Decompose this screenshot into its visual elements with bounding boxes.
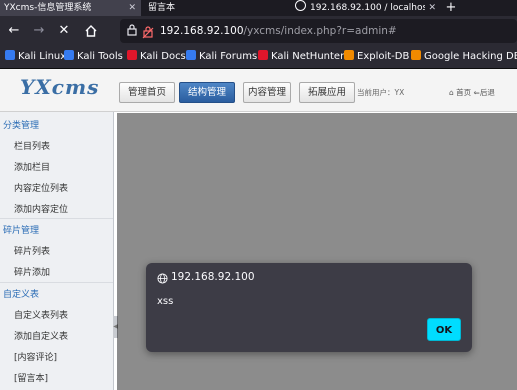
kali-red-icon	[127, 50, 137, 60]
alert-dialog: 192.168.92.100 xss OK	[146, 263, 472, 352]
bookmarks-toolbar: Kali Linux Kali Tools Kali Docs Kali For…	[0, 46, 517, 69]
sidebar-item-fragment-list[interactable]: 碎片列表	[14, 244, 50, 257]
ghdb-icon	[411, 50, 421, 60]
sidebar-item-position-list[interactable]: 内容定位列表	[14, 181, 68, 194]
tab-yxcms-title: YXcms-信息管理系统	[4, 3, 92, 13]
sidebar-item-column-list[interactable]: 栏目列表	[14, 139, 50, 152]
dialog-title: 192.168.92.100	[171, 271, 255, 283]
bookmark-kali-linux[interactable]: Kali Linux	[5, 46, 66, 68]
bookmark-kali-docs[interactable]: Kali Docs	[127, 46, 186, 68]
bookmark-kali-forums[interactable]: Kali Forums	[186, 46, 257, 68]
url-host: 192.168.92.100	[160, 25, 244, 37]
bookmark-label: Kali Docs	[140, 51, 186, 62]
bookmark-label: Kali Linux	[18, 51, 67, 62]
insecure-lock-icon[interactable]	[142, 24, 154, 39]
dialog-message: xss	[157, 296, 174, 307]
close-tab-icon[interactable]: ✕	[128, 0, 136, 16]
tab-guestbook-title: 留言本	[148, 3, 176, 13]
nav-admin-home[interactable]: 管理首页	[119, 82, 175, 103]
bookmark-kali-nethunter[interactable]: Kali NetHunter	[258, 46, 344, 68]
globe-icon	[295, 0, 306, 11]
sidebar-section-custom-tables[interactable]: 自定义表	[3, 287, 39, 300]
sidebar-item-add-column[interactable]: 添加栏目	[14, 160, 50, 173]
nav-structure-management[interactable]: 结构管理	[179, 82, 235, 103]
tab-guestbook[interactable]: 留言本	[142, 0, 290, 16]
bookmark-ghdb[interactable]: Google Hacking DB	[411, 46, 517, 68]
ok-button[interactable]: OK	[427, 318, 461, 341]
app-logo: YXcms	[20, 75, 100, 99]
tab-phpmyadmin-title: 192.168.92.100 / localhost	[310, 3, 431, 13]
nav-extensions[interactable]: 拓展应用	[299, 82, 355, 103]
sidebar-section-category[interactable]: 分类管理	[3, 118, 39, 131]
kali-dragon-icon	[5, 50, 15, 60]
home-icon[interactable]	[82, 22, 100, 40]
close-tab-icon[interactable]: ✕	[425, 0, 436, 16]
bookmark-label: Google Hacking DB	[424, 51, 517, 62]
header-quick-links[interactable]: ⌂ 首页 ⇐后退	[449, 87, 495, 98]
new-tab-icon[interactable]: +	[443, 0, 459, 16]
bookmark-label: Kali Forums	[199, 51, 258, 62]
bookmark-kali-tools[interactable]: Kali Tools	[64, 46, 123, 68]
tab-bar: YXcms-信息管理系统 ✕ 留言本 192.168.92.100 / loca…	[0, 0, 517, 16]
stop-loading-icon[interactable]: ✕	[55, 22, 73, 40]
sidebar-item-custom-table-list[interactable]: 自定义表列表	[14, 308, 68, 321]
exploitdb-icon	[344, 50, 354, 60]
app-header: YXcms 管理首页 结构管理 内容管理 拓展应用 当前用户：YX ⌂ 首页 ⇐…	[0, 69, 517, 112]
url-path: /yxcms/index.php?r=admin#	[243, 25, 397, 37]
sidebar-item-add-position[interactable]: 添加内容定位	[14, 202, 68, 215]
navigation-bar: ← → ✕ 192.168.92.100/yxcms/index.php?r=a…	[0, 16, 517, 46]
tab-phpmyadmin[interactable]: 192.168.92.100 / localhost ✕	[291, 0, 441, 16]
bookmark-exploit-db[interactable]: Exploit-DB	[344, 46, 409, 68]
url-bar[interactable]: 192.168.92.100/yxcms/index.php?r=admin#	[120, 19, 517, 43]
page-info-icon[interactable]	[126, 23, 140, 39]
globe-icon	[157, 273, 168, 284]
nav-content-management[interactable]: 内容管理	[243, 82, 291, 103]
forward-arrow-icon[interactable]: →	[30, 22, 48, 40]
sidebar-item-guestbook[interactable]: [留言本]	[14, 371, 48, 384]
bookmark-label: Kali NetHunter	[271, 51, 345, 62]
kali-dragon-icon	[64, 50, 74, 60]
sidebar-item-comments[interactable]: [内容评论]	[14, 350, 57, 363]
sidebar-section-fragments[interactable]: 碎片管理	[3, 223, 39, 236]
current-user: 当前用户：YX	[357, 88, 405, 97]
bookmark-label: Kali Tools	[77, 51, 123, 62]
tab-yxcms[interactable]: YXcms-信息管理系统 ✕	[0, 0, 141, 16]
url-text[interactable]: 192.168.92.100/yxcms/index.php?r=admin#	[160, 19, 397, 43]
sidebar-item-add-custom-table[interactable]: 添加自定义表	[14, 329, 68, 342]
kali-forums-icon	[186, 50, 196, 60]
sidebar: 分类管理 栏目列表 添加栏目 内容定位列表 添加内容定位 碎片管理 碎片列表 碎…	[0, 112, 114, 390]
sidebar-item-add-fragment[interactable]: 碎片添加	[14, 265, 50, 278]
nethunter-icon	[258, 50, 268, 60]
divider	[0, 218, 113, 219]
bookmark-label: Exploit-DB	[357, 51, 410, 62]
back-arrow-icon[interactable]: ←	[5, 22, 23, 40]
divider	[0, 282, 113, 283]
